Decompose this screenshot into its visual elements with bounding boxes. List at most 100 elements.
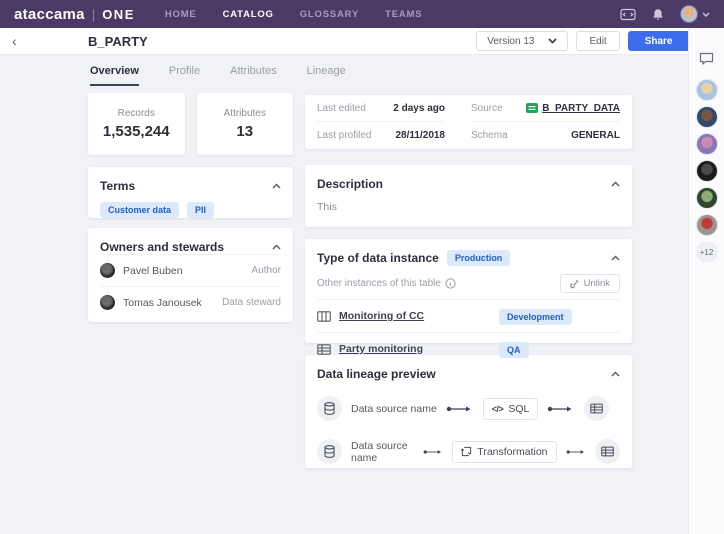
meta-card: Last edited 2 days ago Source B_PARTY_DA… xyxy=(305,95,632,149)
owner-name: Tomas Janousek xyxy=(123,297,202,309)
chevron-down-icon xyxy=(548,38,557,44)
terms-badges: Customer data PII xyxy=(88,193,293,218)
tab-attributes[interactable]: Attributes xyxy=(230,65,276,86)
collapse-chevron-icon[interactable] xyxy=(272,183,281,189)
nav-item-glossary[interactable]: GLOSSARY xyxy=(300,9,359,20)
table-icon xyxy=(595,439,620,464)
last-edited-field: Last edited 2 days ago xyxy=(317,95,445,122)
last-edited-label: Last edited xyxy=(317,103,366,114)
transformation-icon xyxy=(461,446,472,457)
last-profiled-value: 28/11/2018 xyxy=(396,130,446,141)
entity-tabs: Overview Profile Attributes Lineage xyxy=(90,65,346,86)
transformation-step-chip: Transformation xyxy=(452,441,556,463)
nav-item-teams[interactable]: TEAMS xyxy=(385,9,422,20)
terms-card: Terms Customer data PII xyxy=(88,167,293,218)
collaborator-avatar[interactable] xyxy=(696,79,718,101)
tab-overview[interactable]: Overview xyxy=(90,65,139,86)
terms-title: Terms xyxy=(100,179,135,193)
owner-name: Pavel Buben xyxy=(123,265,183,277)
collaborator-avatar[interactable] xyxy=(696,160,718,182)
brand-name: ataccama xyxy=(14,6,85,23)
collapse-chevron-icon[interactable] xyxy=(611,181,620,187)
term-badge-customer-data[interactable]: Customer data xyxy=(100,202,179,218)
lineage-source-label: Data source name xyxy=(351,403,437,415)
nav-item-home[interactable]: HOME xyxy=(165,9,197,20)
collapse-chevron-icon[interactable] xyxy=(611,255,620,261)
unlink-button[interactable]: Unlink xyxy=(560,274,620,293)
last-profiled-label: Last profiled xyxy=(317,130,371,141)
owners-title: Owners and stewards xyxy=(100,240,224,254)
lineage-source-label: Data source name xyxy=(351,440,414,464)
unlink-icon xyxy=(570,279,579,289)
term-badge-pii[interactable]: PII xyxy=(187,202,214,218)
last-profiled-field: Last profiled 28/11/2018 xyxy=(317,122,445,149)
stats-row: Records 1,535,244 Attributes 13 xyxy=(88,93,293,155)
description-card: Description This xyxy=(305,165,632,227)
source-label: Source xyxy=(471,103,503,114)
nav-item-catalog[interactable]: CATALOG xyxy=(223,9,274,20)
source-link[interactable]: B_PARTY_DATA xyxy=(526,103,620,114)
collaborator-avatar[interactable] xyxy=(696,214,718,236)
left-column: Records 1,535,244 Attributes 13 Terms Cu… xyxy=(88,93,293,322)
collapse-chevron-icon[interactable] xyxy=(272,244,281,250)
source-field: Source B_PARTY_DATA xyxy=(471,95,620,122)
table-grid-icon xyxy=(317,344,331,355)
instance-link[interactable]: Monitoring of CC xyxy=(339,310,491,322)
top-navbar: ataccama | ONE HOME CATALOG GLOSSARY TEA… xyxy=(0,0,724,28)
description-body: This xyxy=(305,191,632,213)
step-label: Transformation xyxy=(477,446,547,458)
flow-arrow-icon xyxy=(566,448,587,456)
brand-divider: | xyxy=(92,7,95,22)
lineage-title: Data lineage preview xyxy=(317,367,436,381)
collaborator-avatar[interactable] xyxy=(696,106,718,128)
collapse-chevron-icon[interactable] xyxy=(611,371,620,377)
share-button[interactable]: Share xyxy=(628,31,690,51)
schema-value: GENERAL xyxy=(571,130,620,141)
schema-field: Schema GENERAL xyxy=(471,122,620,149)
header-actions: Version 13 Edit Share xyxy=(476,31,712,51)
collaborator-avatar[interactable] xyxy=(696,187,718,209)
code-icon: </> xyxy=(492,404,504,414)
instance-row: Monitoring of CC Development xyxy=(317,299,620,332)
production-badge: Production xyxy=(447,250,511,266)
instances-title: Type of data instance xyxy=(317,251,439,265)
flow-arrow-icon xyxy=(446,405,474,413)
chevron-down-icon xyxy=(702,12,710,17)
instance-link[interactable]: Party monitoring xyxy=(339,343,491,355)
attributes-value: 13 xyxy=(236,123,253,140)
notifications-bell-icon[interactable] xyxy=(652,8,664,21)
records-card: Records 1,535,244 xyxy=(88,93,185,155)
owner-row: Tomas Janousek Data steward xyxy=(100,286,281,318)
version-dropdown[interactable]: Version 13 xyxy=(476,31,568,51)
version-label: Version 13 xyxy=(487,36,534,47)
tab-profile[interactable]: Profile xyxy=(169,65,200,86)
collaborator-avatar[interactable] xyxy=(696,133,718,155)
other-instances-label: Other instances of this table xyxy=(317,278,441,289)
collaborator-avatars: +12 xyxy=(696,79,718,263)
description-title: Description xyxy=(317,177,383,191)
owners-card: Owners and stewards Pavel Buben Author T… xyxy=(88,228,293,322)
back-button[interactable]: ‹ xyxy=(12,34,26,48)
database-icon xyxy=(317,439,342,464)
comments-icon[interactable] xyxy=(699,52,714,65)
edit-button[interactable]: Edit xyxy=(576,31,619,51)
owner-avatar xyxy=(100,295,115,310)
source-link-text: B_PARTY_DATA xyxy=(542,103,620,114)
tab-lineage[interactable]: Lineage xyxy=(307,65,346,86)
flow-arrow-icon xyxy=(547,405,575,413)
last-edited-value: 2 days ago xyxy=(393,103,445,114)
lineage-row: Data source name Transformation xyxy=(305,439,632,464)
owner-row: Pavel Buben Author xyxy=(100,254,281,286)
schema-label: Schema xyxy=(471,130,508,141)
page-title: B_PARTY xyxy=(88,34,148,49)
info-icon[interactable] xyxy=(445,278,456,289)
brand-logo[interactable]: ataccama | ONE xyxy=(14,6,135,23)
avatar-overflow-count[interactable]: +12 xyxy=(696,241,718,263)
attributes-label: Attributes xyxy=(224,108,266,119)
user-menu[interactable] xyxy=(680,5,710,23)
screen-share-icon[interactable] xyxy=(620,8,636,21)
owner-role: Data steward xyxy=(222,297,281,308)
owner-avatar xyxy=(100,263,115,278)
lineage-card: Data lineage preview Data source name </… xyxy=(305,355,632,468)
table-icon xyxy=(584,396,609,421)
